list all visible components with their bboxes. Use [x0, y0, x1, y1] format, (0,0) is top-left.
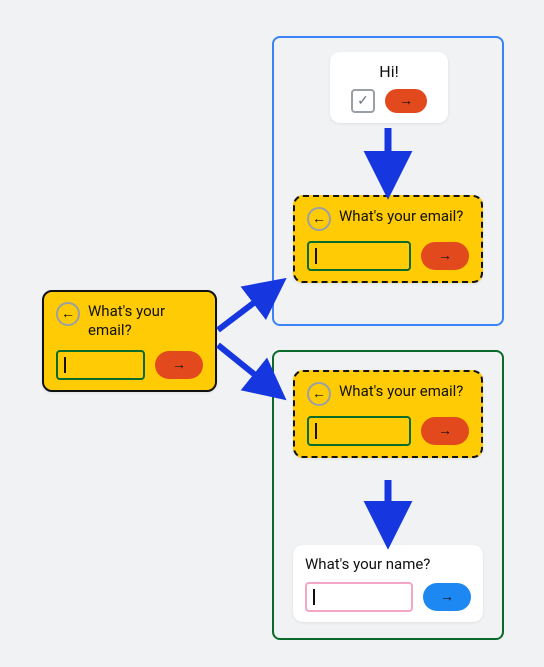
- hi-checkbox[interactable]: ✓: [351, 89, 375, 113]
- name-title: What's your name?: [305, 555, 471, 574]
- card-title: What's your email?: [88, 302, 203, 340]
- email-input[interactable]: [307, 416, 411, 446]
- source-email-card: ← What's your email? →: [42, 290, 217, 392]
- arrow-to-blue: [218, 283, 280, 330]
- back-arrow-glyph: ←: [312, 387, 326, 401]
- forward-arrow-glyph: →: [438, 424, 452, 438]
- name-input[interactable]: [305, 582, 413, 612]
- input-cursor: [64, 357, 66, 373]
- card-title: What's your email?: [339, 207, 463, 226]
- name-card: What's your name? →: [293, 545, 483, 622]
- submit-button[interactable]: →: [155, 351, 203, 379]
- card-title: What's your email?: [339, 382, 463, 401]
- submit-button[interactable]: →: [423, 583, 471, 611]
- forward-arrow-glyph: →: [399, 94, 413, 108]
- check-icon: ✓: [357, 93, 369, 109]
- back-icon[interactable]: ←: [307, 207, 331, 231]
- green-email-card: ← What's your email? →: [293, 370, 483, 458]
- hi-card: Hi! ✓ →: [330, 52, 448, 123]
- arrow-to-green: [218, 345, 280, 395]
- input-cursor: [313, 589, 315, 605]
- diagram-canvas: ← What's your email? → Hi! ✓ →: [0, 0, 544, 667]
- input-cursor: [315, 423, 317, 439]
- submit-button[interactable]: →: [421, 242, 469, 270]
- email-input[interactable]: [307, 241, 411, 271]
- forward-arrow-glyph: →: [440, 590, 454, 604]
- hi-title: Hi!: [342, 62, 436, 81]
- forward-arrow-glyph: →: [438, 249, 452, 263]
- hi-submit-button[interactable]: →: [385, 89, 427, 113]
- back-icon[interactable]: ←: [56, 302, 80, 326]
- blue-email-card: ← What's your email? →: [293, 195, 483, 283]
- submit-button[interactable]: →: [421, 417, 469, 445]
- forward-arrow-glyph: →: [172, 358, 186, 372]
- email-input[interactable]: [56, 350, 145, 380]
- back-arrow-glyph: ←: [312, 212, 326, 226]
- back-icon[interactable]: ←: [307, 382, 331, 406]
- input-cursor: [315, 248, 317, 264]
- back-arrow-glyph: ←: [61, 307, 75, 321]
